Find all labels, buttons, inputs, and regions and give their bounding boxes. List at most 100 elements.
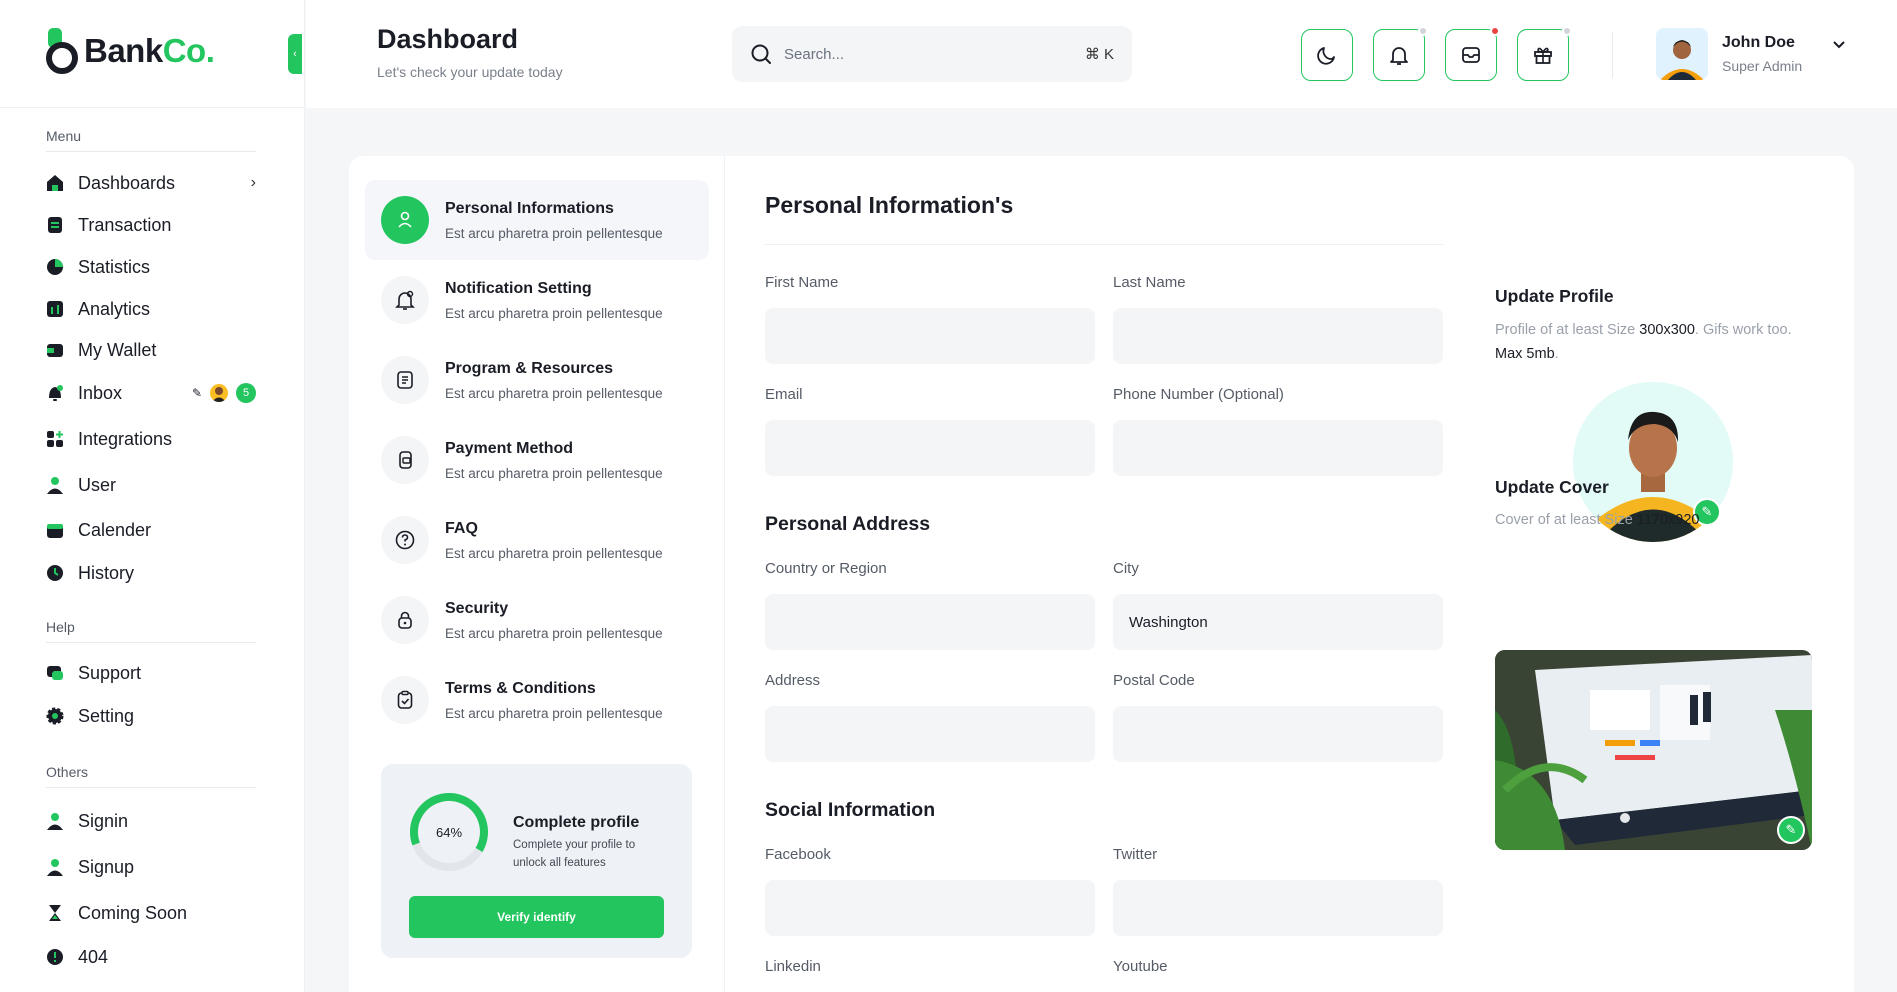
first-name-field[interactable] [765,308,1095,364]
settings-item-security[interactable]: Security Est arcu pharetra proin pellente… [365,580,709,660]
chevron-right-icon: › [250,174,256,191]
postal-code-field[interactable] [1113,706,1443,762]
settings-item-faq[interactable]: FAQ Est arcu pharetra proin pellentesque [365,500,709,580]
sidebar-item-inbox[interactable]: Inbox ✎ 5 [46,378,256,408]
update-cover-title: Update Cover [1495,477,1609,497]
settings-item-desc: Est arcu pharetra proin pellentesque [445,225,663,241]
notifications-button[interactable] [1373,26,1428,81]
facebook-label: Facebook [765,846,831,863]
settings-menu: Personal Informations Est arcu pharetra p… [365,180,709,740]
search-bar[interactable]: ⌘ K [732,26,1132,82]
user-name: John Doe [1722,34,1795,51]
sidebar: BankCo. ‹ Menu Dashboards › Transaction … [0,0,305,992]
brand-logo[interactable]: BankCo. [46,28,215,74]
settings-item-desc: Est arcu pharetra proin pellentesque [445,465,663,481]
inbox-count-badge: 5 [236,383,256,403]
divider [765,244,1443,245]
sidebar-item-signin[interactable]: Signin [46,806,256,836]
settings-item-personal-informations[interactable]: Personal Informations Est arcu pharetra p… [365,180,709,260]
user-menu[interactable]: John Doe Super Admin [1656,28,1846,80]
user-icon [381,196,429,244]
search-icon [751,44,771,64]
sidebar-item-analytics[interactable]: Analytics [46,294,256,324]
gift-button[interactable] [1517,26,1572,81]
message-unread-dot [1490,26,1500,36]
receipt-icon [46,216,64,234]
settings-item-title: FAQ [445,519,478,537]
sidebar-item-coming-soon[interactable]: Coming Soon [46,898,256,928]
country-field[interactable] [765,594,1095,650]
phone-field[interactable] [1113,420,1443,476]
settings-item-payment-method[interactable]: Payment Method Est arcu pharetra proin pe… [365,420,709,500]
sidebar-item-label: History [78,562,135,583]
settings-item-desc: Est arcu pharetra proin pellentesque [445,305,663,321]
divider [46,151,256,152]
sidebar-item-support[interactable]: Support [46,658,256,688]
email-label: Email [765,386,803,403]
notification-dot [1418,26,1428,36]
bar-chart-icon [46,300,64,318]
sidebar-item-label: 404 [78,946,109,967]
question-icon [381,516,429,564]
settings-item-title: Terms & Conditions [445,679,596,697]
bell-icon [46,384,64,402]
sidebar-item-signup[interactable]: Signup [46,852,256,882]
sidebar-item-label: Setting [78,705,135,726]
settings-item-title: Personal Informations [445,199,614,217]
settings-item-terms-conditions[interactable]: Terms & Conditions Est arcu pharetra proi… [365,660,709,740]
divider [724,156,725,992]
update-profile-size: 300x300 [1639,322,1695,338]
top-header: Dashboard Let's check your update today … [306,0,1897,108]
settings-card: Personal Informations Est arcu pharetra p… [349,156,1854,992]
edit-cover-photo-button[interactable]: ✎ [1777,816,1805,844]
email-field[interactable] [765,420,1095,476]
update-cover-size: 1170x920 [1636,512,1700,528]
settings-item-desc: Est arcu pharetra proin pellentesque [445,545,663,561]
chevron-left-icon: ‹ [293,48,297,60]
sidebar-item-label: Inbox [78,382,123,403]
sidebar-item-my-wallet[interactable]: My Wallet [46,335,256,365]
search-shortcut: ⌘ K [1084,46,1114,63]
clipboard-check-icon [381,676,429,724]
social-information-heading: Social Information [765,799,936,821]
settings-item-notification-setting[interactable]: Notification Setting Est arcu pharetra pr… [365,260,709,340]
personal-address-heading: Personal Address [765,513,931,535]
grid-plus-icon [46,430,64,448]
sidebar-item-transaction[interactable]: Transaction [46,210,256,240]
sidebar-item-statistics[interactable]: Statistics [46,252,256,282]
settings-item-program-resources[interactable]: Program & Resources Est arcu pharetra pro… [365,340,709,420]
sidebar-item-label: User [78,474,117,495]
cover-photo[interactable] [1495,650,1812,850]
home-icon [46,174,64,192]
settings-item-desc: Est arcu pharetra proin pellentesque [445,385,663,401]
last-name-field[interactable] [1113,308,1443,364]
sidebar-item-integrations[interactable]: Integrations [46,424,256,454]
dark-mode-toggle-button[interactable] [1301,29,1353,81]
page-subtitle: Let's check your update today [377,64,563,80]
sidebar-item-calender[interactable]: Calender [46,515,256,545]
sidebar-item-user[interactable]: User [46,470,256,500]
bell-icon [381,276,429,324]
verify-identity-button[interactable]: Verify identify [409,896,664,938]
sidebar-item-setting[interactable]: Setting [46,701,256,731]
facebook-field[interactable] [765,880,1095,936]
brand-name: Bank [84,32,163,69]
settings-item-desc: Est arcu pharetra proin pellentesque [445,705,663,721]
sidebar-collapse-button[interactable]: ‹ [288,34,302,74]
sidebar-item-history[interactable]: History [46,558,256,588]
sidebar-item-404[interactable]: 404 [46,942,256,972]
youtube-label: Youtube [1113,958,1168,975]
address-field[interactable] [765,706,1095,762]
last-name-label: Last Name [1113,274,1186,291]
sidebar-item-label: Statistics [78,256,151,277]
pie-chart-icon [46,258,64,276]
twitter-field[interactable] [1113,880,1443,936]
update-profile-desc: Profile of at least Size 300x300. Gifs w… [1495,318,1795,366]
chevron-down-icon[interactable] [1832,40,1846,50]
search-input[interactable] [784,45,1073,63]
first-name-label: First Name [765,274,839,291]
messages-button[interactable] [1445,26,1500,81]
settings-item-title: Security [445,599,509,617]
city-field[interactable] [1113,594,1443,650]
sidebar-item-dashboards[interactable]: Dashboards › [46,168,256,198]
